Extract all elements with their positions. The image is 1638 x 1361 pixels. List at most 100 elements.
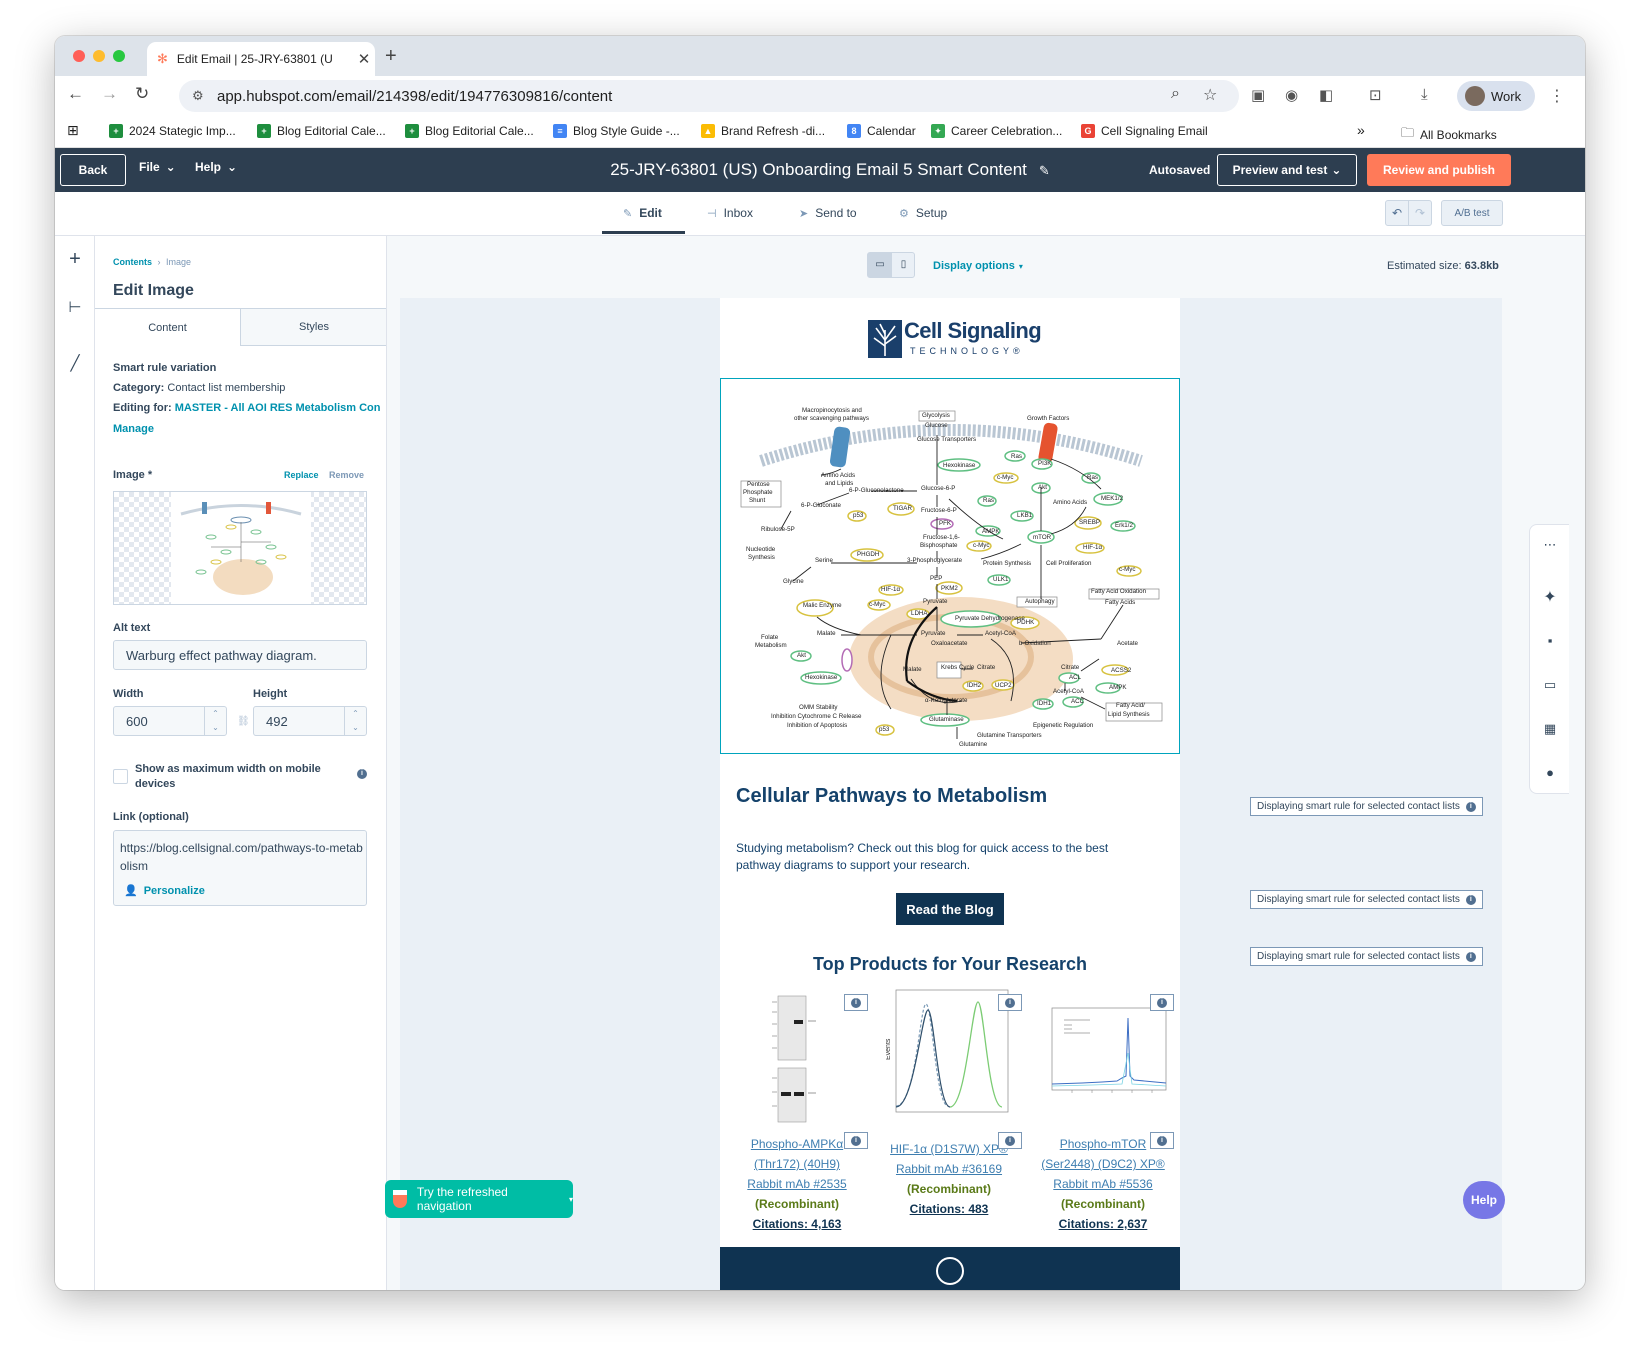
mobile-icon[interactable]: ▯ <box>892 253 915 277</box>
smart-rule-badge[interactable]: Displaying smart rule for selected conta… <box>1250 890 1483 909</box>
sparkle-icon[interactable]: ✦ <box>1530 587 1570 607</box>
bookmark-item[interactable]: +2024 Stategic Imp... <box>109 124 236 138</box>
profile-button[interactable]: Work <box>1457 81 1535 111</box>
star-icon[interactable]: ☆ <box>1203 85 1217 105</box>
lock-ratio-icon[interactable]: ⛓ <box>237 716 250 727</box>
bookmark-item[interactable]: G Cell Signaling Email <box>1081 124 1208 138</box>
product-citations[interactable]: Citations: 483 <box>880 1199 1018 1219</box>
download-icon[interactable]: ⤓ <box>1421 86 1428 103</box>
info-icon[interactable]: i <box>998 994 1022 1011</box>
flow-cytometry-image[interactable]: Events <box>886 986 1016 1126</box>
address-bar[interactable]: ⚙ app.hubspot.com/email/214398/edit/1947… <box>179 80 1239 112</box>
calendar-icon[interactable]: ▦ <box>1530 721 1570 737</box>
email-title[interactable]: 25-JRY-63801 (US) Onboarding Email 5 Sma… <box>595 160 1065 180</box>
smart-rule-badge[interactable]: Displaying smart rule for selected conta… <box>1250 947 1483 966</box>
forward-arrow-icon[interactable]: → <box>101 84 118 104</box>
close-tab-icon[interactable]: ✕ <box>353 50 375 68</box>
site-info-icon[interactable]: ⚙ <box>192 88 204 104</box>
tab-styles[interactable]: Styles <box>241 308 386 346</box>
back-button[interactable]: Back <box>60 154 126 186</box>
bookmark-item[interactable]: 8 Calendar <box>847 124 916 138</box>
help-menu[interactable]: Help ⌄ <box>195 160 237 174</box>
brush-icon[interactable]: ╱ <box>55 354 95 372</box>
tab-search-icon[interactable]: ⊡ <box>1369 86 1382 104</box>
width-stepper[interactable]: ⌃ ⌄ <box>204 707 226 735</box>
zoom-icon[interactable]: ⌕ <box>1171 85 1180 103</box>
review-publish-button[interactable]: Review and publish <box>1367 154 1511 186</box>
smart-rule-badge[interactable]: Displaying smart rule for selected conta… <box>1250 797 1483 816</box>
desktop-icon[interactable]: ▭ <box>868 253 892 277</box>
puzzle-icon[interactable]: ◧ <box>1319 86 1333 104</box>
bookmark-item[interactable]: ≡ Blog Style Guide -... <box>553 124 680 138</box>
undo-button[interactable]: ↶ <box>1385 200 1409 226</box>
manage-link[interactable]: Manage <box>113 423 154 435</box>
tab-edit[interactable]: ✎ Edit <box>623 206 662 220</box>
product-name-line[interactable]: (Thr172) (40H9) <box>728 1154 866 1174</box>
height-stepper[interactable]: ⌃ ⌄ <box>344 707 366 735</box>
width-input[interactable]: 600 ⌃ ⌄ <box>113 706 227 736</box>
product-citations[interactable]: Citations: 2,637 <box>1034 1214 1172 1234</box>
bookmark-item[interactable]: + Blog Editorial Cale... <box>405 124 534 138</box>
info-icon[interactable]: i <box>1150 994 1174 1011</box>
display-options-menu[interactable]: Display options ▾ <box>933 260 1023 272</box>
product-name-line[interactable]: (Ser2448) (D9C2) XP® <box>1034 1154 1172 1174</box>
editing-for-link[interactable]: MASTER - All AOI RES Metabolism Con <box>175 402 381 414</box>
add-icon[interactable]: + <box>55 248 95 271</box>
bookmark-item[interactable]: ✦ Career Celebration... <box>931 124 1062 138</box>
minimize-window-button[interactable] <box>93 50 105 62</box>
western-blot-image[interactable] <box>764 988 824 1128</box>
apps-grid-icon[interactable]: ⊞ <box>67 122 79 139</box>
ab-test-button[interactable]: A/B test <box>1441 200 1503 226</box>
alt-text-input[interactable]: Warburg effect pathway diagram. <box>113 640 367 670</box>
close-window-button[interactable] <box>73 50 85 62</box>
tab-content[interactable]: Content <box>95 308 241 346</box>
height-input[interactable]: 492 ⌃ ⌄ <box>253 706 367 736</box>
bookmark-item[interactable]: + Blog Editorial Cale... <box>257 124 386 138</box>
breadcrumb-contents[interactable]: Contents <box>113 257 152 267</box>
link-input[interactable]: https://blog.cellsignal.com/pathways-to-… <box>113 830 367 906</box>
remove-link[interactable]: Remove <box>329 470 364 480</box>
simple-western-image[interactable] <box>1032 998 1172 1118</box>
browser-tab[interactable]: ✻ Edit Email | 25-JRY-63801 (U ✕ <box>147 42 375 76</box>
tree-icon[interactable]: ⊢ <box>55 298 95 316</box>
selected-image-module[interactable]: Macropinocytosis and other scavenging pat… <box>720 378 1180 754</box>
extension-icon[interactable]: ▣ <box>1251 86 1265 104</box>
product-citations[interactable]: Citations: 4,163 <box>728 1214 866 1234</box>
bookmark-item[interactable]: ▲ Brand Refresh -di... <box>701 124 825 138</box>
personalize-button[interactable]: 👤 Personalize <box>124 884 205 897</box>
tab-inbox[interactable]: ⊣ Inbox <box>707 206 753 220</box>
product-name-line[interactable]: Rabbit mAb #5536 <box>1034 1174 1172 1194</box>
window-icon[interactable]: ▭ <box>1530 677 1570 693</box>
menu-dots-icon[interactable]: ⋮ <box>1549 86 1565 106</box>
file-menu[interactable]: File ⌄ <box>139 160 176 174</box>
preview-test-button[interactable]: Preview and test ⌄ <box>1217 154 1357 186</box>
product-name-line[interactable]: Rabbit mAb #2535 <box>728 1174 866 1194</box>
try-navigation-button[interactable]: Try the refreshed navigation ▾ <box>385 1180 573 1218</box>
grid-dots-icon[interactable]: ⋯ <box>1530 537 1570 553</box>
check-circle-icon[interactable]: ● <box>1530 765 1570 780</box>
comment-icon[interactable]: ▪ <box>1530 633 1570 648</box>
tab-send-to[interactable]: ➤ Send to <box>799 206 857 220</box>
help-button[interactable]: Help <box>1463 1181 1505 1219</box>
tab-setup[interactable]: ⚙ Setup <box>899 206 947 220</box>
all-bookmarks[interactable]: 🗀 All Bookmarks <box>1401 124 1497 146</box>
info-icon[interactable]: i <box>844 994 868 1011</box>
mobile-width-checkbox[interactable] <box>113 769 128 784</box>
info-icon[interactable]: i <box>844 1132 868 1149</box>
more-bookmarks-icon[interactable]: » <box>1357 122 1365 138</box>
info-icon[interactable]: i <box>1150 1132 1174 1149</box>
info-icon[interactable]: i <box>357 769 367 779</box>
camera-icon[interactable]: ◉ <box>1285 86 1298 104</box>
redo-button[interactable]: ↷ <box>1408 200 1432 226</box>
pencil-icon[interactable]: ✎ <box>1039 163 1050 178</box>
image-preview[interactable] <box>113 491 367 605</box>
reload-icon[interactable]: ↻ <box>135 84 149 104</box>
info-icon[interactable]: i <box>998 1132 1022 1149</box>
cst-logo[interactable]: Cell Signaling TECHNOLOGY® <box>868 318 1042 360</box>
read-blog-button[interactable]: Read the Blog <box>896 893 1004 925</box>
product-name-line[interactable]: Rabbit mAb #36169 <box>880 1159 1018 1179</box>
back-arrow-icon[interactable]: ← <box>67 84 84 104</box>
replace-link[interactable]: Replace <box>284 470 319 480</box>
maximize-window-button[interactable] <box>113 50 125 62</box>
new-tab-icon[interactable]: + <box>385 45 397 68</box>
